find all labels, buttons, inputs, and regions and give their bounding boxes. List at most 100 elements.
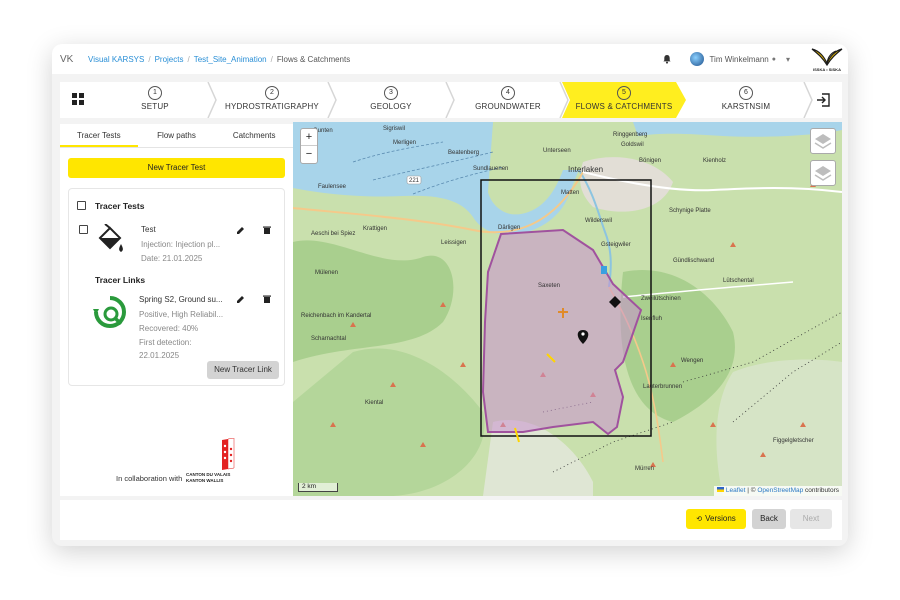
map-label-kiental: Kiental bbox=[365, 400, 383, 406]
attribution-separator: | © bbox=[745, 487, 758, 494]
map-label-faulensee: Faulensee bbox=[318, 184, 347, 190]
link-recovered: Recovered: 40% bbox=[139, 324, 199, 333]
map-label-saxeten: Saxeten bbox=[538, 283, 560, 289]
step-number: 4 bbox=[501, 86, 515, 100]
new-tracer-link-button[interactable]: New Tracer Link bbox=[207, 361, 279, 379]
leaflet-link[interactable]: Leaflet bbox=[726, 487, 746, 494]
bell-icon[interactable] bbox=[662, 54, 672, 64]
user-name[interactable]: Tim Winkelmann bbox=[709, 55, 768, 64]
step-geology[interactable]: 3 GEOLOGY bbox=[334, 82, 448, 118]
tracer-tests-checkbox[interactable] bbox=[77, 201, 86, 210]
step-flows-catchments[interactable]: 5 FLOWS & CATCHMENTS bbox=[568, 82, 680, 118]
breadcrumb-visual-karsys[interactable]: Visual KARSYS bbox=[88, 55, 144, 64]
breadcrumb-separator: / bbox=[148, 54, 151, 64]
step-label: HYDROSTRATIGRAPHY bbox=[225, 102, 319, 111]
map-label-muerren: Mürren bbox=[635, 466, 654, 472]
app-short-name[interactable]: VK bbox=[60, 54, 88, 65]
map-label-goldswil: Goldswil bbox=[621, 142, 644, 148]
top-bar: VK Visual KARSYS / Projects / Test_Site_… bbox=[52, 44, 848, 74]
collaboration-text: In collaboration with bbox=[116, 474, 183, 483]
isska-logo: ISSKA • SISKA bbox=[810, 45, 844, 73]
tab-flow-paths[interactable]: Flow paths bbox=[138, 124, 216, 147]
step-hydrostratigraphy[interactable]: 2 HYDROSTRATIGRAPHY bbox=[212, 82, 332, 118]
rock-area bbox=[716, 359, 842, 496]
new-tracer-test-button[interactable]: New Tracer Test bbox=[68, 158, 285, 178]
map-label-scharnachtal: Scharnachtal bbox=[311, 336, 346, 342]
breadcrumb-projects[interactable]: Projects bbox=[155, 55, 184, 64]
tracer-tests-heading: Tracer Tests bbox=[95, 201, 145, 211]
step-number: 2 bbox=[265, 86, 279, 100]
logo-text: ISSKA • SISKA bbox=[813, 67, 841, 72]
test-title[interactable]: Test bbox=[141, 225, 156, 234]
edit-icon[interactable] bbox=[237, 295, 245, 303]
tab-catchments[interactable]: Catchments bbox=[215, 124, 293, 147]
grid-menu-icon[interactable] bbox=[72, 93, 84, 105]
step-karstnsim[interactable]: 6 KARSTNSIM bbox=[690, 82, 802, 118]
tracer-card: Tracer Tests Test Injection: Injection p… bbox=[68, 188, 285, 386]
step-setup[interactable]: 1 SETUP bbox=[100, 82, 210, 118]
map-label-leissigen: Leissigen bbox=[441, 240, 466, 246]
verified-icon: ● bbox=[771, 55, 776, 63]
map-label-schynige-platte: Schynige Platte bbox=[669, 208, 711, 214]
zoom-in-button[interactable]: + bbox=[301, 129, 317, 146]
paint-bucket-icon bbox=[98, 224, 123, 252]
link-quality: Positive, High Reliabil... bbox=[139, 310, 224, 319]
step-label: KARSTNSIM bbox=[721, 102, 771, 111]
map-label-merligen: Merligen bbox=[393, 140, 416, 146]
osm-link[interactable]: OpenStreetMap bbox=[757, 487, 803, 494]
panel-tabs: Tracer Tests Flow paths Catchments bbox=[60, 124, 293, 148]
footer-bar: ⟲ Versions Back Next bbox=[60, 500, 842, 540]
map-label-aeschi: Aeschi bei Spiez bbox=[311, 231, 355, 237]
avatar[interactable] bbox=[690, 52, 705, 66]
zoom-out-button[interactable]: − bbox=[301, 146, 317, 163]
delete-icon[interactable] bbox=[263, 295, 271, 303]
test-date: Date: 21.01.2025 bbox=[141, 254, 203, 263]
versions-button[interactable]: ⟲ Versions bbox=[686, 509, 746, 529]
delete-icon[interactable] bbox=[263, 226, 271, 234]
step-label: GROUNDWATER bbox=[475, 102, 541, 111]
overlay-layers-button[interactable] bbox=[810, 160, 836, 186]
water-marker-icon[interactable] bbox=[601, 266, 607, 274]
step-chevron-icon bbox=[445, 82, 455, 118]
map-view[interactable]: Interlaken Unterseen Beatenberg Sundlaue… bbox=[293, 122, 842, 496]
breadcrumb-separator: / bbox=[187, 54, 190, 64]
step-chevron-icon bbox=[559, 82, 569, 118]
step-chevron-icon bbox=[327, 82, 337, 118]
map-label-sundlauenen: Sundlauenen bbox=[473, 166, 508, 172]
test-checkbox[interactable] bbox=[79, 225, 88, 234]
test-injection: Injection: Injection pl... bbox=[141, 240, 221, 249]
map-label-reichenbach: Reichenbach im Kandertal bbox=[301, 313, 371, 319]
tab-tracer-tests[interactable]: Tracer Tests bbox=[60, 124, 138, 147]
step-groundwater[interactable]: 4 GROUNDWATER bbox=[452, 82, 564, 118]
map-label-unterseen: Unterseen bbox=[543, 148, 571, 154]
next-button[interactable]: Next bbox=[790, 509, 832, 529]
map-label-daerligen: Därligen bbox=[498, 225, 520, 231]
layers-icon bbox=[814, 134, 832, 149]
layers-icon bbox=[814, 166, 832, 181]
workflow-stepper: 1 SETUP 2 HYDROSTRATIGRAPHY 3 GEOLOGY 4 … bbox=[60, 82, 842, 118]
history-icon: ⟲ bbox=[696, 516, 703, 523]
app-window: VK Visual KARSYS / Projects / Test_Site_… bbox=[52, 44, 848, 546]
map-label-interlaken: Interlaken bbox=[568, 165, 603, 174]
step-label: GEOLOGY bbox=[370, 102, 412, 111]
road-number-label: 221 bbox=[409, 178, 420, 184]
map-label-kienholz: Kienholz bbox=[703, 158, 726, 164]
step-label: FLOWS & CATCHMENTS bbox=[575, 102, 673, 111]
back-button[interactable]: Back bbox=[752, 509, 786, 529]
tracer-link-search-icon bbox=[93, 296, 126, 328]
layers-button[interactable] bbox=[810, 128, 836, 154]
breadcrumb-current: Flows & Catchments bbox=[276, 54, 351, 64]
link-title[interactable]: Spring S2, Ground su... bbox=[139, 295, 223, 304]
map-canvas[interactable]: Interlaken Unterseen Beatenberg Sundlaue… bbox=[293, 122, 842, 496]
breadcrumb-project[interactable]: Test_Site_Animation bbox=[194, 55, 267, 64]
edit-icon[interactable] bbox=[237, 226, 245, 234]
user-menu-dropdown-icon[interactable]: ▾ bbox=[786, 55, 790, 64]
map-label-wilderswil: Wilderswil bbox=[585, 218, 612, 224]
exit-icon[interactable] bbox=[816, 93, 830, 107]
map-label-isenfluh: Isenfluh bbox=[641, 316, 662, 322]
step-number: 6 bbox=[739, 86, 753, 100]
map-label-ringgenberg: Ringgenberg bbox=[613, 132, 647, 138]
map-label-lauterbrunnen: Lauterbrunnen bbox=[643, 384, 682, 390]
map-label-muelenen: Mülenen bbox=[315, 270, 338, 276]
step-chevron-icon bbox=[207, 82, 217, 118]
